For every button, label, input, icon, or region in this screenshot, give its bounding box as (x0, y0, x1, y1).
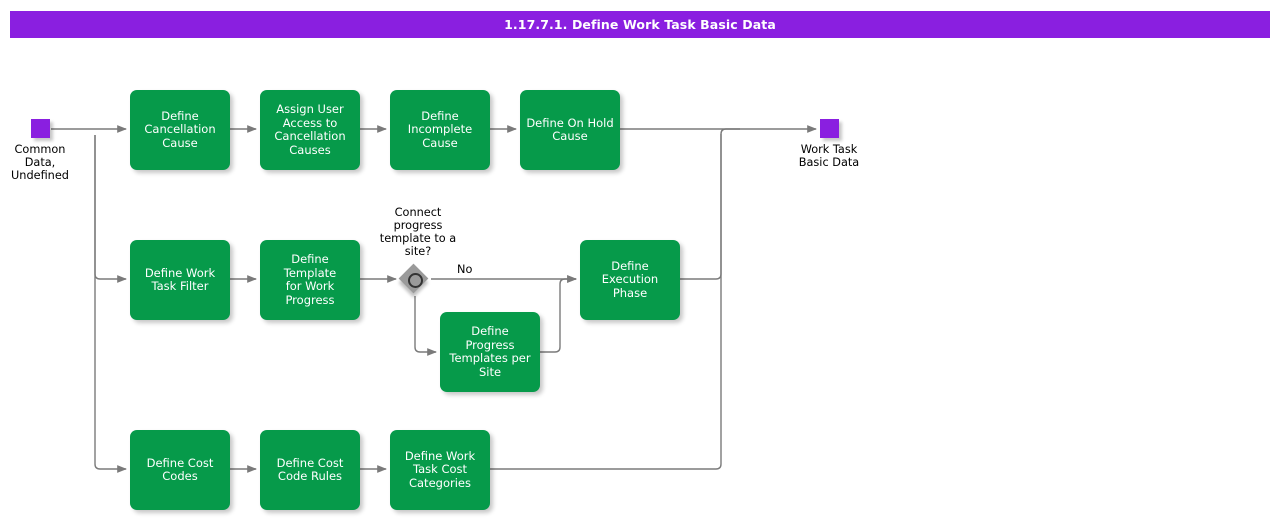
start-terminator[interactable] (31, 119, 50, 138)
task-label: Define Progress Templates per Site (449, 324, 531, 379)
task-label: Define Cancellation Cause (144, 108, 216, 150)
page-title-bar: 1.17.7.1. Define Work Task Basic Data (10, 11, 1270, 38)
start-terminator-label: Common Data, Undefined (11, 143, 69, 182)
task-define-incomplete-cause[interactable]: Define Incomplete Cause (390, 90, 490, 170)
gateway-connect-progress-template[interactable] (398, 263, 430, 295)
edge-execution-phase-to-merge (680, 128, 740, 280)
task-define-work-task-cost-categories[interactable]: Define Work Task Cost Categories (390, 430, 490, 510)
task-assign-user-access-to-cancellation-causes[interactable]: Assign User Access to Cancellation Cause… (260, 90, 360, 170)
edge-gateway-to-progress-templates (414, 296, 437, 356)
edge-label-no: No (457, 263, 473, 276)
page-title: 1.17.7.1. Define Work Task Basic Data (504, 17, 776, 32)
task-label: Define Execution Phase (601, 258, 659, 300)
task-define-progress-templates-per-site[interactable]: Define Progress Templates per Site (440, 312, 540, 392)
task-define-execution-phase[interactable]: Define Execution Phase (580, 240, 680, 320)
diagram-canvas: 1.17.7.1. Define Work Task Basic Data Co… (0, 0, 1280, 520)
task-label: Assign User Access to Cancellation Cause… (274, 102, 346, 157)
task-label: Define Cost Codes (146, 455, 214, 483)
task-label: Define On Hold Cause (526, 115, 614, 143)
task-define-cancellation-cause[interactable]: Define Cancellation Cause (130, 90, 230, 170)
task-define-cost-codes[interactable]: Define Cost Codes (130, 430, 230, 510)
task-label: Define Incomplete Cause (407, 108, 473, 150)
gateway-inclusive-or-ring-icon (408, 273, 423, 288)
task-define-template-for-work-progress[interactable]: Define Template for Work Progress (260, 240, 360, 320)
gateway-question-label: Connect progress template to a site? (379, 206, 457, 258)
task-define-work-task-filter[interactable]: Define Work Task Filter (130, 240, 230, 320)
task-label: Define Cost Code Rules (276, 455, 344, 483)
end-terminator-label: Work Task Basic Data (798, 143, 860, 169)
task-label: Define Work Task Cost Categories (404, 448, 476, 490)
task-label: Define Template for Work Progress (283, 252, 337, 307)
edge-start-to-cost-codes (94, 135, 127, 473)
edge-progress-templates-to-execution-phase (540, 275, 577, 353)
end-terminator[interactable] (820, 119, 839, 138)
edge-start-to-work-task-filter (94, 135, 127, 283)
task-define-on-hold-cause[interactable]: Define On Hold Cause (520, 90, 620, 170)
task-define-cost-code-rules[interactable]: Define Cost Code Rules (260, 430, 360, 510)
task-label: Define Work Task Filter (144, 265, 216, 293)
